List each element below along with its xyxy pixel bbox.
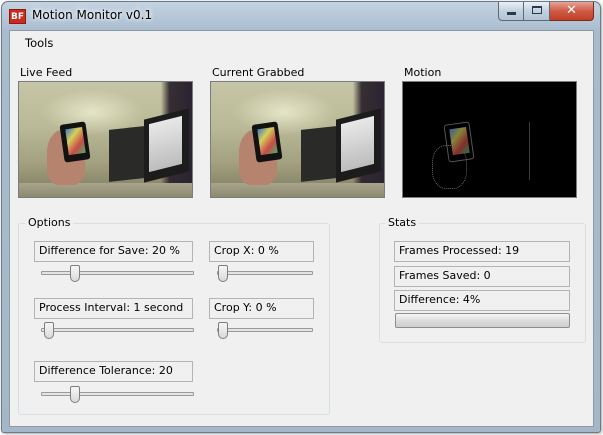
slider-track [217, 328, 313, 332]
live-feed-image [18, 81, 193, 198]
frames-saved-value: Frames Saved: 0 [394, 266, 570, 287]
stats-group: Stats Frames Processed: 19 Frames Saved:… [379, 216, 586, 343]
current-grabbed-image [210, 81, 385, 198]
difference-progress-bar [395, 313, 570, 328]
current-grabbed-label: Current Grabbed [212, 66, 305, 79]
window-controls: ✕ [498, 2, 594, 21]
difference-for-save-slider[interactable] [41, 264, 194, 284]
frames-processed-value: Frames Processed: 19 [394, 241, 570, 262]
maximize-button[interactable] [524, 2, 550, 21]
menu-bar: Tools [10, 31, 593, 54]
process-interval-label: Process Interval: 1 second [34, 298, 193, 319]
minimize-icon [507, 12, 516, 15]
crop-x-label: Crop X: 0 % [209, 241, 314, 262]
crop-x-slider[interactable] [217, 264, 313, 284]
live-feed-label: Live Feed [20, 66, 73, 79]
app-window: BF Motion Monitor v0.1 ✕ Tools Live Feed… [1, 1, 601, 433]
slider-thumb[interactable] [70, 265, 81, 282]
close-button[interactable]: ✕ [550, 2, 594, 21]
maximize-icon [532, 6, 542, 14]
app-icon[interactable]: BF [9, 9, 26, 24]
slider-thumb[interactable] [218, 322, 228, 339]
stats-title: Stats [385, 216, 420, 229]
slider-track [41, 328, 194, 332]
menu-tools[interactable]: Tools [19, 35, 59, 51]
difference-tolerance-slider[interactable] [41, 385, 194, 405]
client-area: Tools Live Feed Current Grabbed Motion O… [9, 30, 594, 427]
motion-label: Motion [404, 66, 442, 79]
slider-track [41, 271, 194, 275]
difference-value: Difference: 4% [394, 290, 570, 311]
slider-track [217, 271, 313, 275]
process-interval-slider[interactable] [41, 321, 194, 341]
options-title: Options [25, 216, 74, 229]
slider-thumb[interactable] [44, 322, 55, 339]
slider-thumb[interactable] [218, 265, 228, 282]
options-group: Options Difference for Save: 20 % Proces… [18, 216, 330, 415]
slider-thumb[interactable] [70, 386, 81, 403]
difference-tolerance-label: Difference Tolerance: 20 [34, 361, 193, 382]
minimize-button[interactable] [498, 2, 524, 21]
window-title: Motion Monitor v0.1 [32, 8, 153, 22]
close-icon: ✕ [566, 3, 577, 18]
difference-for-save-label: Difference for Save: 20 % [34, 241, 193, 262]
slider-track [41, 392, 194, 396]
crop-y-label: Crop Y: 0 % [209, 298, 314, 319]
motion-image [402, 81, 577, 198]
title-bar[interactable]: BF Motion Monitor v0.1 ✕ [2, 2, 600, 30]
crop-y-slider[interactable] [217, 321, 313, 341]
